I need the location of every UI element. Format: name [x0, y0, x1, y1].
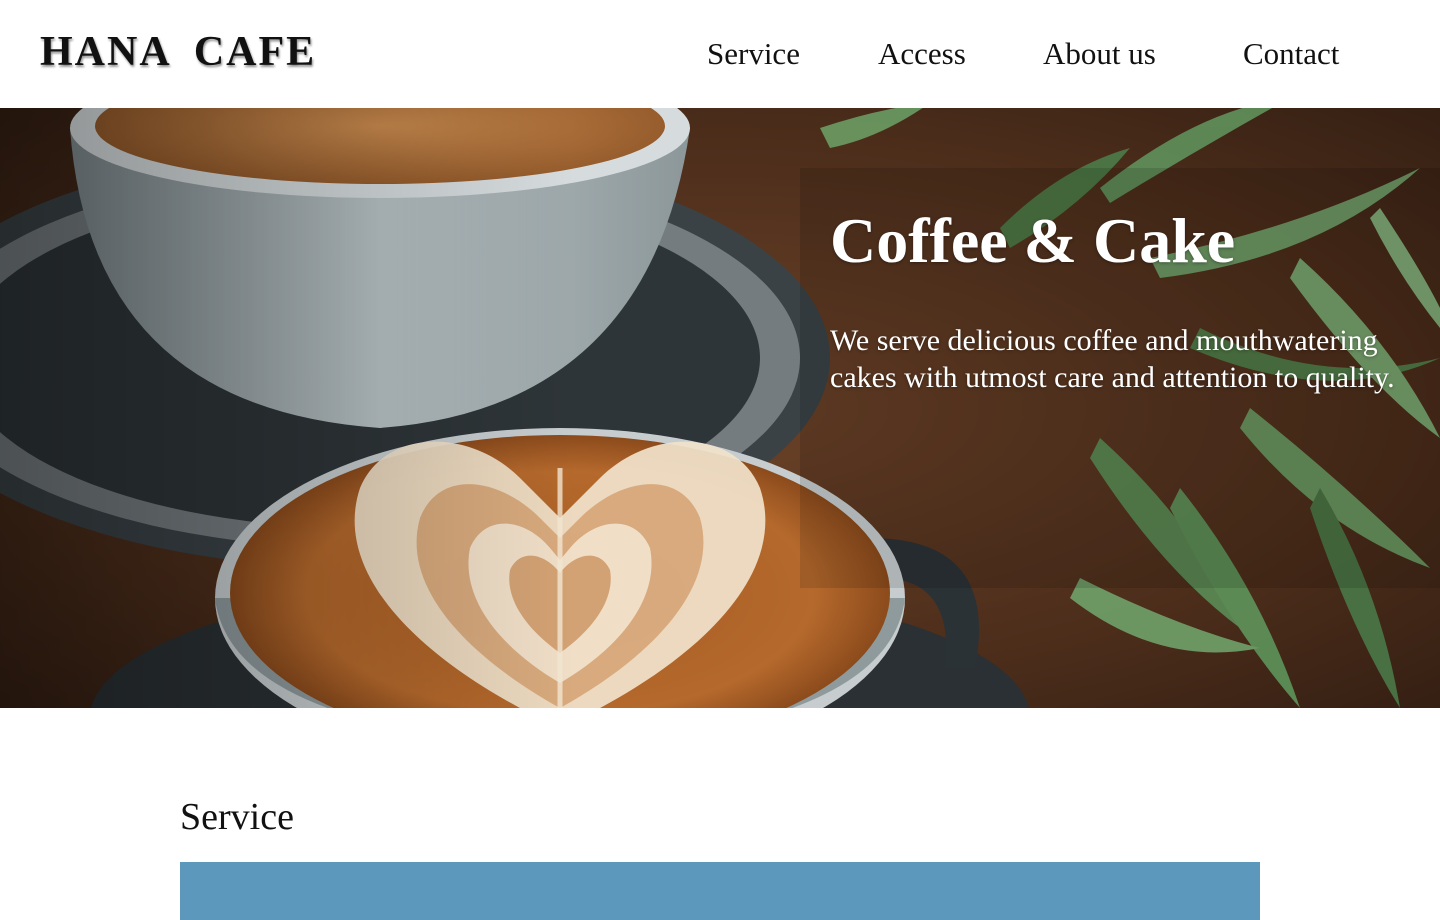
nav-link-access[interactable]: Access [878, 36, 966, 72]
nav-link-about-us[interactable]: About us [1043, 36, 1156, 72]
service-section: Service [180, 795, 1260, 920]
nav-link-service[interactable]: Service [707, 36, 800, 72]
service-banner [180, 862, 1260, 920]
site-header: HANA CAFE Service Access About us Contac… [0, 0, 1440, 108]
hero-section: Coffee & Cake We serve delicious coffee … [0, 108, 1440, 708]
hero-description: We serve delicious coffee and mouthwater… [830, 324, 1395, 394]
service-section-title: Service [180, 796, 294, 838]
hero-title: Coffee & Cake [830, 205, 1236, 276]
nav-link-contact[interactable]: Contact [1243, 36, 1339, 72]
main-nav: Service Access About us Contact [0, 36, 1440, 76]
hero-image [0, 108, 1440, 708]
